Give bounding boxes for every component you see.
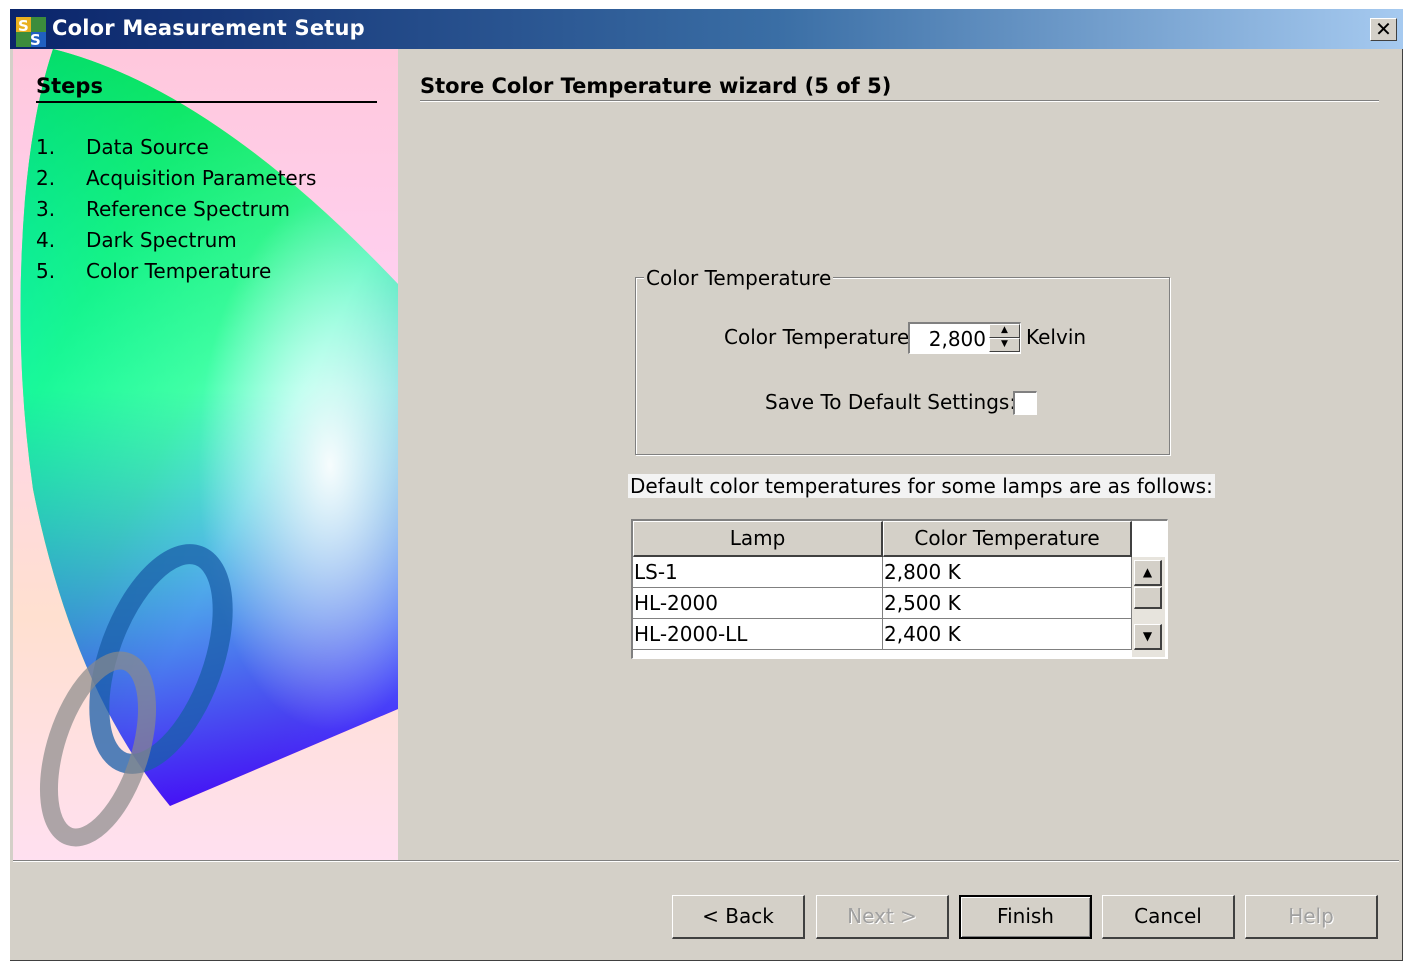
step-item-reference-spectrum: 3. Reference Spectrum xyxy=(36,197,290,221)
table-cell-lamp: HL-2000 xyxy=(633,588,883,619)
chevron-up-icon: ▲ xyxy=(1001,325,1008,335)
scroll-up-button[interactable]: ▲ xyxy=(1134,560,1162,586)
back-button[interactable]: < Back xyxy=(672,895,805,939)
step-item-data-source: 1. Data Source xyxy=(36,135,209,159)
column-header-color-temperature[interactable]: Color Temperature xyxy=(883,521,1132,557)
footer-divider xyxy=(13,860,1399,862)
lamp-temperatures-note: Default color temperatures for some lamp… xyxy=(628,474,1215,498)
close-button[interactable]: ✕ xyxy=(1370,18,1397,41)
save-default-checkbox[interactable] xyxy=(1013,391,1037,415)
table-scrollbar[interactable]: ▲ ▼ xyxy=(1132,557,1165,657)
table-cell-temperature: 2,500 K xyxy=(883,588,1132,619)
table-cell-temperature: 2,400 K xyxy=(883,619,1132,650)
scroll-thumb[interactable] xyxy=(1134,587,1162,609)
color-temperature-group xyxy=(635,277,1170,455)
steps-divider xyxy=(36,101,377,103)
scroll-down-button[interactable]: ▼ xyxy=(1134,624,1162,650)
color-temperature-spinner[interactable]: 2,800 ▲ ▼ xyxy=(908,322,1021,354)
page-title: Store Color Temperature wizard (5 of 5) xyxy=(420,74,892,98)
spinner-up-button[interactable]: ▲ xyxy=(989,324,1020,338)
step-item-acquisition-parameters: 2. Acquisition Parameters xyxy=(36,166,317,190)
table-cell-lamp: LS-1 xyxy=(633,557,883,588)
kelvin-unit-label: Kelvin xyxy=(1026,325,1087,349)
steps-panel: Steps 1. Data Source 2. Acquisition Parame… xyxy=(13,49,398,861)
save-default-label: Save To Default Settings: xyxy=(765,390,1017,414)
table-row[interactable]: LS-1 2,800 K xyxy=(633,557,1132,588)
next-button[interactable]: Next > xyxy=(816,895,949,939)
spinner-down-button[interactable]: ▼ xyxy=(989,338,1020,352)
title-divider xyxy=(420,100,1379,102)
wizard-window: S S Color Measurement Setup ✕ Steps 1. D… xyxy=(9,8,1404,962)
spinner-buttons: ▲ ▼ xyxy=(989,324,1020,352)
table-cell-lamp: HL-2000-LL xyxy=(633,619,883,650)
svg-text:S: S xyxy=(18,17,29,35)
arrow-down-icon: ▼ xyxy=(1142,629,1153,643)
cancel-button[interactable]: Cancel xyxy=(1102,895,1235,939)
lamp-table: Lamp Color Temperature LS-1 2,800 K HL-2… xyxy=(631,519,1168,659)
window-title: Color Measurement Setup xyxy=(52,16,365,40)
table-cell-temperature: 2,800 K xyxy=(883,557,1132,588)
table-row[interactable]: HL-2000-LL 2,400 K xyxy=(633,619,1132,650)
arrow-up-icon: ▲ xyxy=(1142,565,1153,579)
finish-button[interactable]: Finish xyxy=(959,895,1092,939)
title-bar[interactable]: S S Color Measurement Setup ✕ xyxy=(10,9,1403,49)
help-button[interactable]: Help xyxy=(1245,895,1378,939)
chevron-down-icon: ▼ xyxy=(1001,339,1008,349)
table-row[interactable]: HL-2000 2,500 K xyxy=(633,588,1132,619)
color-temperature-value[interactable]: 2,800 xyxy=(929,327,986,351)
step-item-color-temperature: 5. Color Temperature xyxy=(36,259,272,283)
close-icon: ✕ xyxy=(1375,17,1392,41)
column-header-lamp[interactable]: Lamp xyxy=(633,521,883,557)
color-temperature-label: Color Temperature: xyxy=(724,325,917,349)
group-legend: Color Temperature xyxy=(644,266,834,290)
step-item-dark-spectrum: 4. Dark Spectrum xyxy=(36,228,237,252)
app-icon: S S xyxy=(16,17,46,47)
svg-text:S: S xyxy=(30,31,41,47)
steps-heading: Steps xyxy=(36,74,103,98)
